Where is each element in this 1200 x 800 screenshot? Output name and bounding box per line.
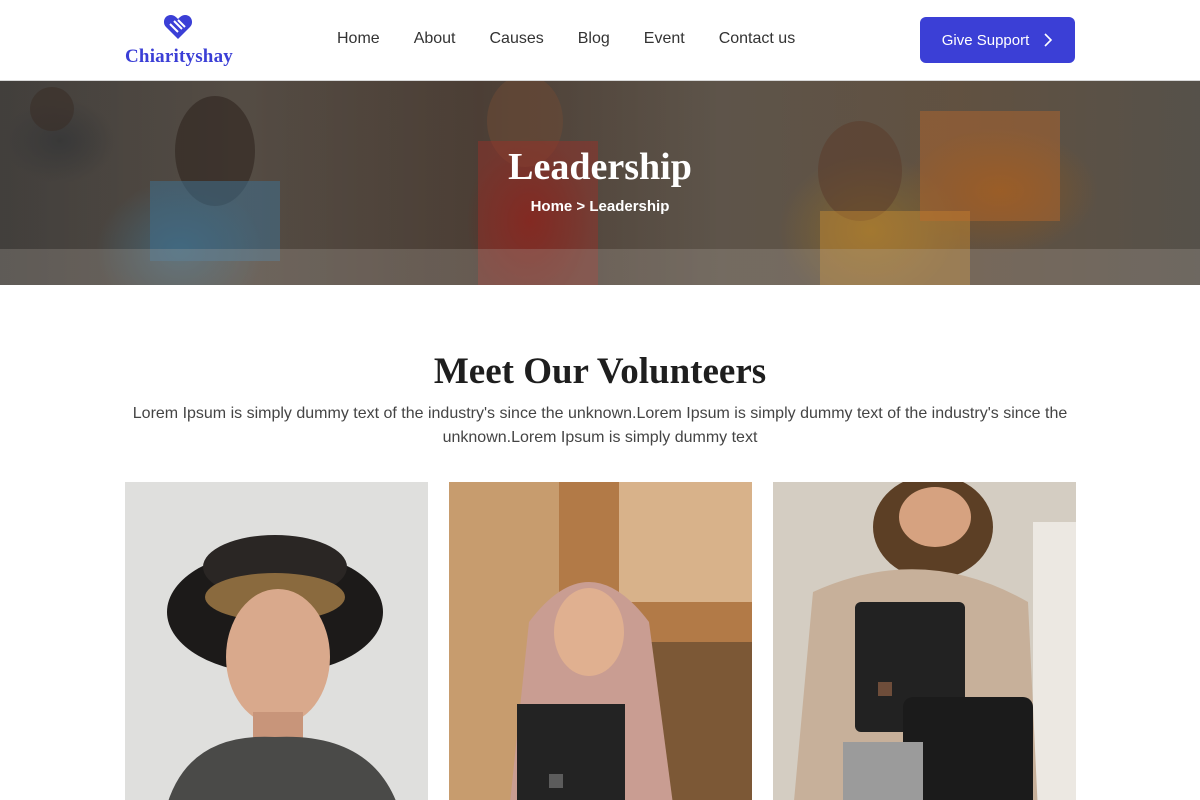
hero-banner: Leadership Home > Leadership [0,80,1200,285]
nav-item-contact[interactable]: Contact us [719,30,795,48]
volunteer-card[interactable] [449,482,752,800]
nav-item-blog[interactable]: Blog [578,30,610,48]
section-title: Meet Our Volunteers [433,351,767,392]
chevron-right-icon [1044,33,1053,47]
breadcrumb[interactable]: Home > Leadership [0,198,1200,215]
volunteer-card[interactable] [125,482,428,800]
nav-item-about[interactable]: About [414,30,456,48]
page-title: Leadership [508,146,692,188]
give-support-button[interactable]: Give Support [920,17,1075,63]
volunteer-photo [773,482,1076,800]
volunteer-cards [125,482,1076,800]
volunteer-card[interactable] [773,482,1076,800]
main-nav: Home About Causes Blog Event Contact us [337,30,795,48]
site-header: Chiarityshay Home About Causes Blog Even… [0,0,1200,80]
give-support-label: Give Support [941,31,1030,49]
nav-item-event[interactable]: Event [644,30,685,48]
logo-text: Chiarityshay [125,46,233,67]
logo[interactable]: Chiarityshay [125,12,235,70]
volunteer-photo [125,482,428,800]
nav-item-causes[interactable]: Causes [490,30,544,48]
volunteer-photo [449,482,752,800]
nav-item-home[interactable]: Home [337,30,380,48]
heart-hands-icon [163,15,193,39]
section-description: Lorem Ipsum is simply dummy text of the … [132,405,1068,446]
